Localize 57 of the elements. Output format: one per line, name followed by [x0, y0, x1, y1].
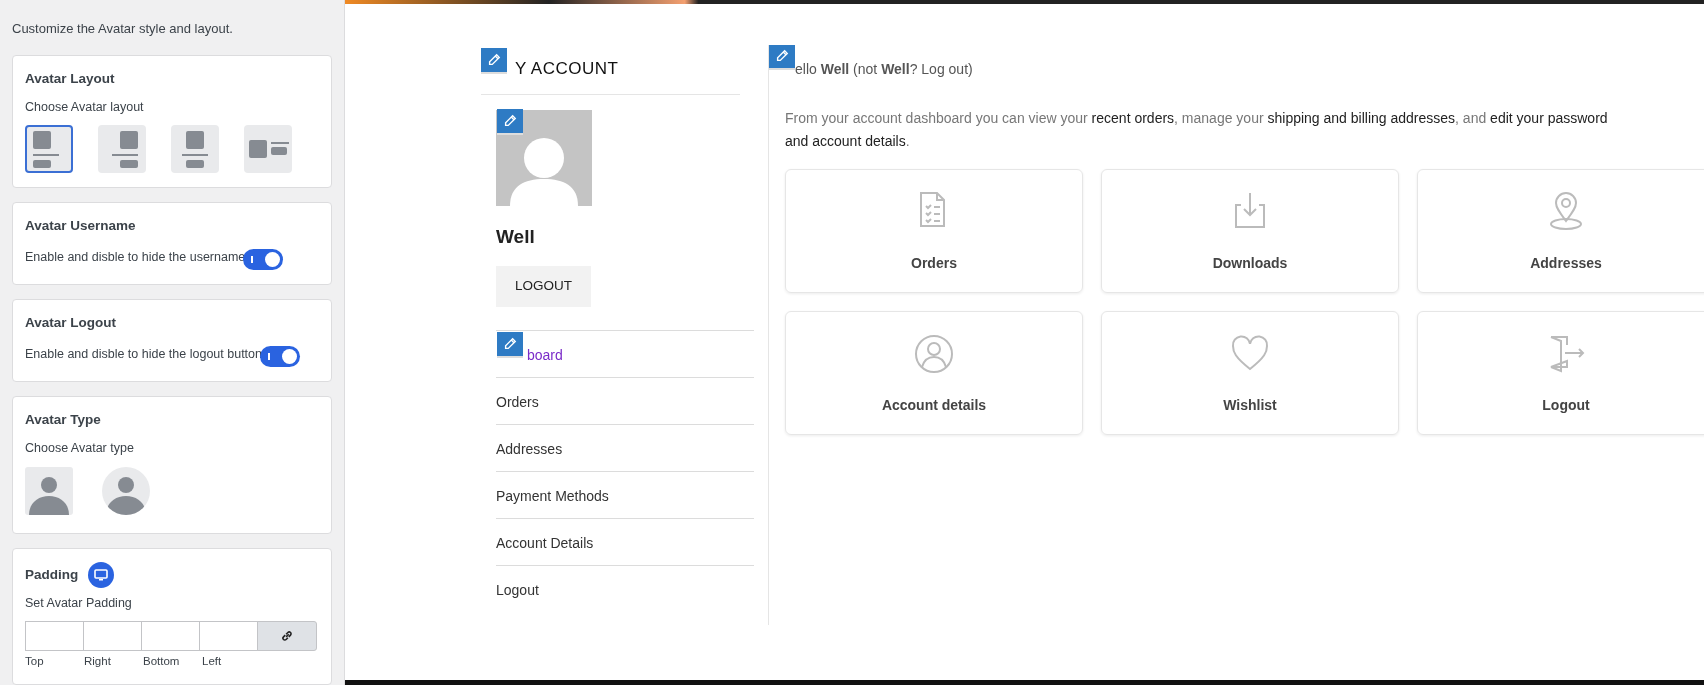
section-description: Choose Avatar layout: [25, 98, 145, 116]
input-label: Bottom: [143, 653, 181, 669]
section-description: Enable and disble to hide the username: [25, 248, 246, 266]
dashboard-card[interactable]: Downloads: [1101, 169, 1399, 293]
input-label: Top: [25, 653, 45, 669]
padding-input[interactable]: [141, 620, 200, 651]
layout-option[interactable]: [98, 124, 146, 173]
dashboard-card[interactable]: Orders: [785, 169, 1083, 293]
link-button[interactable]: [257, 620, 317, 651]
layout-option[interactable]: [171, 124, 219, 173]
dashboard-card[interactable]: Wishlist: [1101, 311, 1399, 435]
username: Well: [496, 224, 536, 249]
edit-pencil-button[interactable]: [481, 48, 507, 74]
input-label: Right: [84, 653, 112, 669]
avatar-type-option[interactable]: [25, 467, 73, 515]
dashboard-card[interactable]: Account details: [785, 311, 1083, 435]
section-title: Avatar Layout: [25, 69, 115, 88]
nav-link[interactable]: Orders: [496, 391, 539, 413]
section-title: Padding: [25, 565, 79, 584]
section-title: Avatar Logout: [25, 313, 116, 332]
dashboard-card[interactable]: Logout: [1417, 311, 1704, 435]
nav-link[interactable]: Payment Methods: [496, 485, 609, 507]
input-label: Left: [202, 653, 223, 669]
edit-pencil-button[interactable]: [497, 332, 523, 358]
section-title: Avatar Username: [25, 216, 136, 235]
layout-option[interactable]: [25, 124, 73, 173]
page-title: Y ACCOUNT: [515, 58, 620, 80]
edit-pencil-button[interactable]: [497, 109, 523, 135]
intro-paragraph: From your account dashboard you can view your recent orders, manage your shipping and billing addresses, and edit your password and account details.: [785, 109, 1609, 151]
section-description: Choose Avatar type: [25, 440, 135, 458]
link-icon: [280, 628, 294, 643]
padding-input[interactable]: [199, 620, 258, 651]
edit-pencil-button[interactable]: [769, 45, 795, 70]
pencil-icon: [503, 114, 517, 128]
panel-description: Customize the Avatar style and layout.: [12, 20, 234, 38]
logout-button[interactable]: LOGOUT: [496, 266, 591, 307]
section-description: Set Avatar Padding: [25, 595, 133, 612]
desktop-icon[interactable]: [88, 562, 115, 588]
padding-input[interactable]: [25, 620, 84, 651]
text-link[interactable]: edit your password: [1490, 110, 1608, 126]
section-title: Avatar Type: [25, 411, 101, 429]
toggle-switch[interactable]: [243, 248, 284, 270]
nav-link[interactable]: board: [527, 344, 563, 366]
layout-option[interactable]: [244, 124, 292, 173]
padding-input[interactable]: [83, 620, 142, 651]
nav-link[interactable]: Account Details: [496, 532, 594, 554]
greeting-text: ello Well (not Well? Log out): [794, 60, 974, 79]
text-link[interactable]: and account details: [785, 133, 906, 149]
avatar-type-option[interactable]: [102, 467, 150, 515]
pencil-icon: [487, 53, 501, 67]
pencil-icon: [775, 49, 789, 63]
section-description: Enable and disble to hide the logout button: [25, 346, 262, 364]
nav-link[interactable]: Logout: [496, 579, 539, 601]
pencil-icon: [503, 337, 517, 351]
nav-link[interactable]: Addresses: [496, 438, 563, 460]
toggle-switch[interactable]: [260, 346, 300, 367]
dashboard-card[interactable]: Addresses: [1417, 169, 1704, 293]
